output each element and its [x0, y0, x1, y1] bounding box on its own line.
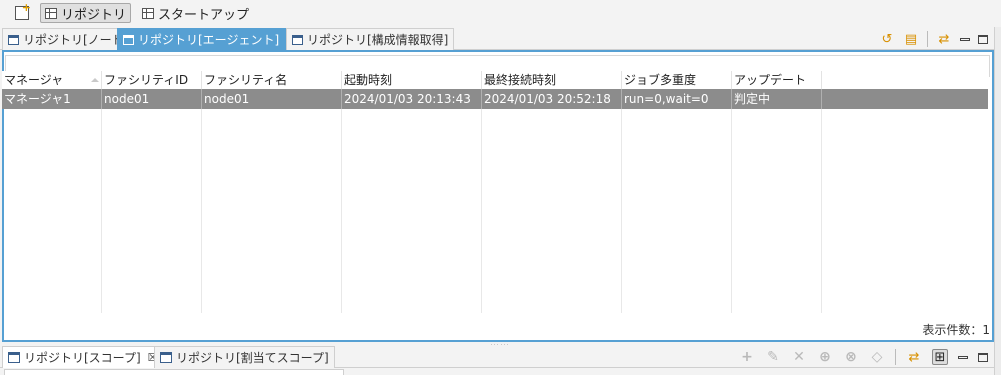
table-icon [142, 7, 155, 19]
table-icon [45, 7, 57, 19]
tab-repository-assigned-scope[interactable]: リポジトリ[割当てスコープ] [154, 346, 335, 368]
add-icon[interactable]: + [739, 349, 755, 365]
tab-repository-config[interactable]: リポジトリ[構成情報取得] [286, 28, 455, 50]
window-icon [8, 352, 20, 363]
sync-icon[interactable]: ⇄ [936, 31, 952, 47]
clear-icon[interactable]: ◇ [869, 349, 885, 365]
cell-filler [822, 89, 988, 109]
column-header-manager[interactable]: マネージャ [2, 71, 102, 89]
table-gridlines [2, 109, 988, 313]
agent-table: マネージャ ファシリティID ファシリティ名 起動時刻 最終接続時刻 ジョブ多重… [2, 71, 988, 109]
cell-manager: マネージャ1 [2, 89, 102, 109]
tab-repository-agent[interactable]: リポジトリ[エージェント] ☒ [117, 28, 302, 50]
bottom-toolbar: + ✎ ✕ ⊕ ⊗ ◇ ⇄ ⊞ [739, 347, 994, 367]
column-header-facility-name[interactable]: ファシリティ名 [202, 71, 342, 89]
column-header-start-time[interactable]: 起動時刻 [342, 71, 482, 89]
tab-label: リポジトリ[ノード] [23, 33, 129, 47]
maximize-icon[interactable] [978, 34, 988, 44]
cell-facility-name: node01 [202, 89, 342, 109]
sync-icon[interactable]: ⇄ [906, 349, 922, 365]
minimize-icon[interactable] [958, 355, 968, 359]
perspective-startup-label: スタートアップ [158, 7, 250, 23]
edit-icon[interactable]: ✎ [765, 349, 781, 365]
view-tab-bar: リポジトリ[ノード] リポジトリ[エージェント] ☒ リポジトリ[構成情報取得]… [0, 27, 994, 50]
sort-ascending-icon [91, 78, 99, 82]
column-header-update[interactable]: アップデート [732, 71, 822, 89]
column-header-facility-id[interactable]: ファシリティID [102, 71, 202, 89]
cell-update: 判定中 [732, 89, 822, 109]
perspective-repository-label: リポジトリ [61, 7, 127, 23]
cell-last-connection: 2024/01/03 20:52:18 [482, 89, 622, 109]
refresh-icon[interactable]: ↺ [879, 31, 895, 47]
toolbar-separator [895, 349, 896, 365]
table-row[interactable]: マネージャ1 node01 node01 2024/01/03 20:13:43… [2, 89, 988, 109]
window-icon [292, 34, 303, 45]
column-header-job-multiplicity[interactable]: ジョブ多重度 [622, 71, 732, 89]
tree-icon[interactable]: ⊞ [932, 349, 948, 365]
record-count-status: 表示件数：1 [922, 323, 990, 337]
right-edge-panel [994, 27, 1001, 375]
assign-icon[interactable]: ⊕ [817, 349, 833, 365]
tab-repository-scope[interactable]: リポジトリ[スコープ] ☒ [2, 346, 164, 368]
maximize-icon[interactable] [978, 352, 988, 362]
tab-label: リポジトリ[スコープ] [24, 351, 141, 365]
open-perspective-button[interactable] [10, 1, 34, 23]
view-toolbar: ↺ ▤ ⇄ [879, 29, 994, 49]
tab-label: リポジトリ[構成情報取得] [307, 33, 449, 47]
scope-tree-area [4, 369, 344, 375]
delete-icon[interactable]: ✕ [791, 349, 807, 365]
cell-job-multiplicity: run=0,wait=0 [622, 89, 732, 109]
perspective-bar: リポジトリ スタートアップ [0, 0, 1001, 26]
scope-view: リポジトリ[スコープ] ☒ リポジトリ[割当てスコープ] + ✎ ✕ ⊕ ⊗ ◇… [0, 345, 994, 375]
bottom-tab-bar: リポジトリ[スコープ] ☒ リポジトリ[割当てスコープ] + ✎ ✕ ⊕ ⊗ ◇… [0, 345, 994, 368]
column-header-last-connection[interactable]: 最終接続時刻 [482, 71, 622, 89]
cell-start-time: 2024/01/03 20:13:43 [342, 89, 482, 109]
filter-icon[interactable]: ▤ [903, 31, 919, 47]
cell-facility-id: node01 [102, 89, 202, 109]
window-icon [123, 34, 134, 45]
perspective-repository-button[interactable]: リポジトリ [40, 3, 132, 23]
agent-view: リポジトリ[ノード] リポジトリ[エージェント] ☒ リポジトリ[構成情報取得]… [0, 27, 994, 342]
unassign-icon[interactable]: ⊗ [843, 349, 859, 365]
table-header: マネージャ ファシリティID ファシリティ名 起動時刻 最終接続時刻 ジョブ多重… [2, 71, 988, 89]
perspective-startup-button[interactable]: スタートアップ [137, 3, 254, 23]
minimize-icon[interactable] [960, 37, 970, 41]
window-icon [160, 352, 172, 363]
tab-label: リポジトリ[割当てスコープ] [176, 351, 329, 365]
window-icon [8, 34, 19, 45]
new-perspective-icon [15, 1, 31, 20]
toolbar-separator [927, 31, 928, 47]
tab-label: リポジトリ[エージェント] [138, 33, 280, 47]
tab-repository-node[interactable]: リポジトリ[ノード] [2, 28, 135, 50]
